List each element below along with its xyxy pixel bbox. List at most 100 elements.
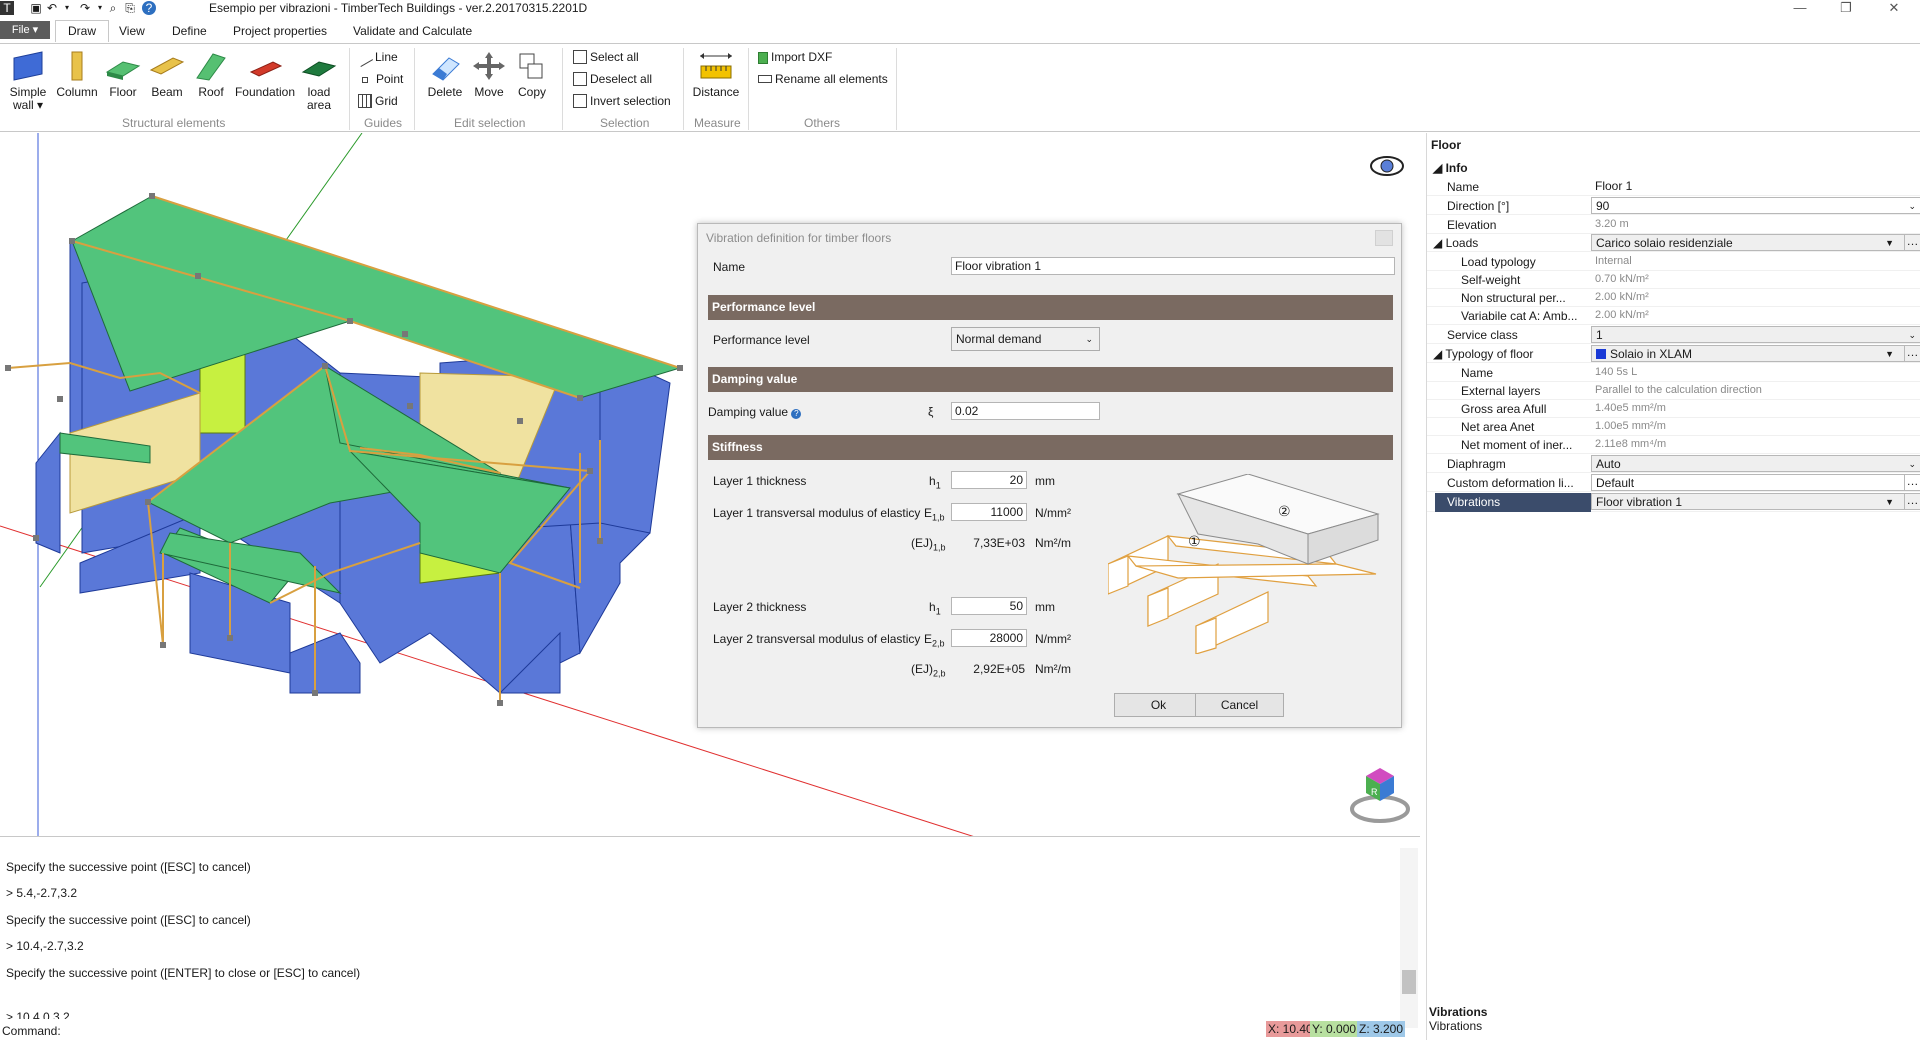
undo-icon[interactable]: ↶: [45, 1, 59, 15]
vibration-name-input[interactable]: Floor vibration 1: [951, 257, 1395, 275]
rename-icon: [758, 75, 772, 83]
load-area-button[interactable]: load area: [300, 50, 338, 112]
prop-row-elevation[interactable]: Elevation 3.20 m: [1427, 216, 1920, 234]
layer1-modulus-input[interactable]: 11000: [951, 503, 1027, 521]
more-button[interactable]: …: [1904, 494, 1920, 509]
prop-row-load-typology[interactable]: Load typology Internal: [1427, 253, 1920, 271]
rename-all-elements-button[interactable]: Rename all elements: [758, 72, 888, 86]
guide-line-button[interactable]: Line: [356, 50, 398, 67]
help-icon[interactable]: ?: [142, 1, 156, 15]
prop-name: Vibrations: [1447, 495, 1501, 509]
prop-row-loads[interactable]: ◢ Loads Carico solaio residenziale ▼…: [1427, 234, 1920, 252]
close-icon[interactable]: ✕: [1874, 0, 1914, 18]
redo-dropdown-icon[interactable]: ▾: [93, 1, 107, 15]
scrollbar-thumb[interactable]: [1402, 970, 1416, 994]
dialog-close-button[interactable]: [1375, 230, 1393, 246]
more-button[interactable]: …: [1904, 475, 1920, 490]
info-section-label[interactable]: ◢ Info: [1433, 161, 1468, 175]
redo-icon[interactable]: ↷: [78, 1, 92, 15]
prop-row-diaphragm[interactable]: Diaphragm Auto ⌄: [1427, 455, 1920, 473]
prop-row-typology-of-floor[interactable]: ◢ Typology of floor Solaio in XLAM ▼…: [1427, 345, 1920, 363]
command-console[interactable]: Specify the successive point ([ESC] to c…: [0, 838, 1420, 1040]
diaphragm-value: Auto: [1596, 457, 1621, 471]
deselect-all-icon: [573, 72, 587, 86]
copy-button[interactable]: Copy: [512, 50, 552, 99]
prop-row-variable-cat[interactable]: Variabile cat A: Amb... 2.00 kN/m²: [1427, 307, 1920, 325]
prop-value: 3.20 m: [1595, 218, 1629, 230]
distance-button[interactable]: Distance: [690, 50, 742, 99]
zoom-icon[interactable]: ⌕: [106, 1, 120, 15]
diaphragm-dropdown[interactable]: Auto ⌄: [1591, 455, 1920, 472]
file-menu-button[interactable]: File ▾: [0, 21, 50, 39]
import-dxf-button[interactable]: Import DXF: [758, 50, 832, 64]
cancel-button[interactable]: Cancel: [1195, 693, 1284, 717]
prop-name: Elevation: [1447, 218, 1497, 232]
minimize-icon[interactable]: —: [1780, 0, 1820, 18]
move-button[interactable]: Move: [469, 50, 509, 99]
save-icon[interactable]: ▣: [29, 1, 43, 15]
group-divider: [414, 48, 415, 130]
prop-row-name[interactable]: Name Floor 1: [1427, 178, 1920, 196]
deselect-all-button[interactable]: Deselect all: [573, 72, 652, 86]
vibrations-dropdown[interactable]: Floor vibration 1 ▼…: [1591, 493, 1920, 510]
tab-view[interactable]: View: [119, 24, 145, 38]
typology-dropdown[interactable]: Solaio in XLAM ▼…: [1591, 345, 1920, 362]
more-button[interactable]: …: [1904, 346, 1920, 361]
undo-dropdown-icon[interactable]: ▾: [60, 1, 74, 15]
export-icon[interactable]: ⎘: [123, 1, 137, 15]
view-cube[interactable]: R: [1350, 768, 1410, 823]
console-scrollbar[interactable]: [1400, 848, 1418, 1028]
tab-draw[interactable]: Draw: [55, 20, 110, 42]
prop-row-external-layers[interactable]: External layers Parallel to the calculati…: [1427, 382, 1920, 400]
prop-row-direction[interactable]: Direction [°] 90 ⌄: [1427, 197, 1920, 215]
info-icon[interactable]: ?: [791, 409, 802, 419]
service-class-dropdown[interactable]: 1 ⌄: [1591, 326, 1920, 343]
prop-value: Parallel to the calculation direction: [1595, 384, 1762, 396]
move-label: Move: [474, 85, 504, 99]
ok-button[interactable]: Ok: [1114, 693, 1203, 717]
prop-row-service-class[interactable]: Service class 1 ⌄: [1427, 326, 1920, 344]
layer2-thickness-input[interactable]: 50: [951, 597, 1027, 615]
loads-dropdown[interactable]: Carico solaio residenziale ▼…: [1591, 234, 1920, 251]
select-all-icon: [573, 50, 587, 64]
prop-row-non-structural[interactable]: Non structural per... 2.00 kN/m²: [1427, 289, 1920, 307]
copy-icon: [519, 53, 543, 79]
tab-define[interactable]: Define: [172, 24, 207, 38]
chevron-down-icon[interactable]: ⌄: [1908, 198, 1916, 213]
prop-value[interactable]: Floor 1: [1591, 178, 1920, 195]
guide-grid-button[interactable]: Grid: [358, 94, 398, 108]
invert-selection-button[interactable]: Invert selection: [573, 94, 671, 108]
prop-row-gross-area[interactable]: Gross area Afull 1.40e5 mm²/m: [1427, 400, 1920, 418]
tab-validate-and-calculate[interactable]: Validate and Calculate: [353, 24, 472, 38]
prop-row-self-weight[interactable]: Self-weight 0.70 kN/m²: [1427, 271, 1920, 289]
prop-row-custom-deformation[interactable]: Custom deformation li... Default…: [1427, 474, 1920, 492]
restore-icon[interactable]: ❐: [1826, 0, 1866, 18]
prop-row-net-area[interactable]: Net area Anet 1.00e5 mm²/m: [1427, 418, 1920, 436]
prop-row-xlam-name[interactable]: Name 140 5s L: [1427, 364, 1920, 382]
visibility-eye-icon[interactable]: [1370, 156, 1404, 176]
layer1-thickness-input[interactable]: 20: [951, 471, 1027, 489]
performance-level-dropdown[interactable]: Normal demand ⌄: [951, 327, 1100, 351]
column-button[interactable]: Column: [55, 50, 99, 99]
prop-row-vibrations[interactable]: Vibrations Floor vibration 1 ▼…: [1427, 493, 1920, 512]
guide-point-label: Point: [376, 72, 404, 86]
chevron-down-icon: ⌄: [1908, 459, 1916, 469]
beam-button[interactable]: Beam: [147, 50, 187, 99]
more-button[interactable]: …: [1904, 235, 1920, 250]
performance-level-label: Performance level: [713, 333, 810, 347]
delete-button[interactable]: Delete: [424, 50, 466, 99]
simple-wall-button[interactable]: Simple wall ▾: [6, 50, 50, 112]
select-all-button[interactable]: Select all: [573, 50, 639, 64]
direction-input[interactable]: 90 ⌄: [1591, 197, 1920, 214]
foundation-button[interactable]: Foundation: [233, 50, 297, 99]
custom-deformation-input[interactable]: Default…: [1591, 474, 1920, 491]
roof-button[interactable]: Roof: [192, 50, 230, 99]
tab-project-properties[interactable]: Project properties: [233, 24, 327, 38]
prop-row-net-moment[interactable]: Net moment of iner... 2.11e8 mm⁴/m: [1427, 436, 1920, 454]
h-subscript: 1: [935, 606, 941, 617]
layer2-modulus-input[interactable]: 28000: [951, 629, 1027, 647]
floor-button[interactable]: Floor: [104, 50, 142, 99]
service-class-value: 1: [1596, 328, 1603, 342]
damping-value-input[interactable]: 0.02: [951, 402, 1100, 420]
guide-point-button[interactable]: Point: [362, 72, 403, 86]
